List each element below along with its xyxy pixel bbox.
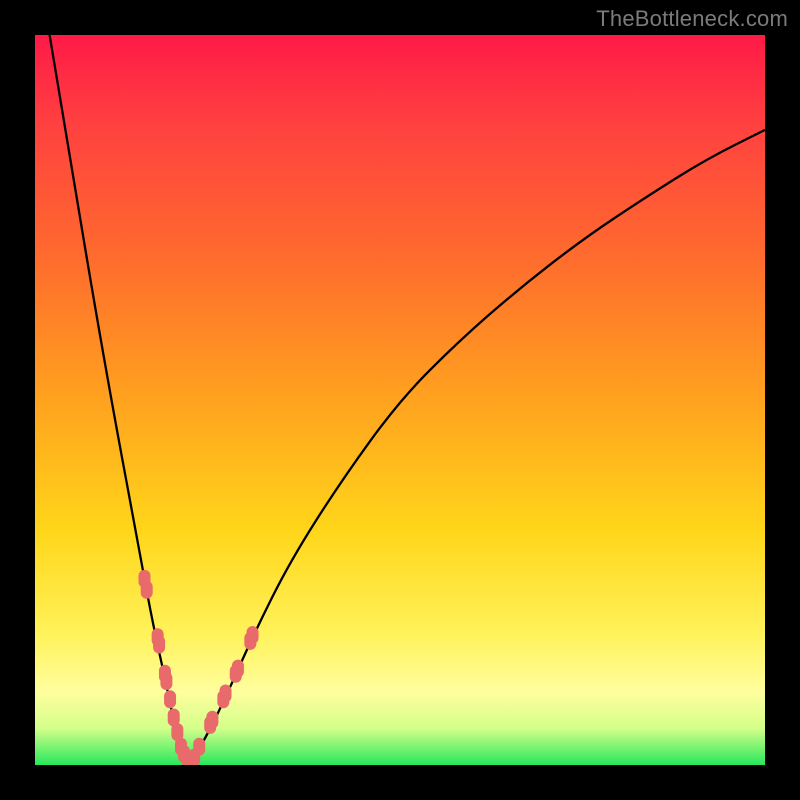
sample-dot [164, 690, 176, 708]
sample-dot [220, 684, 232, 702]
chart-frame: TheBottleneck.com [0, 0, 800, 800]
sample-dot [206, 711, 218, 729]
sample-dot [153, 636, 165, 654]
plot-area [35, 35, 765, 765]
sample-dot [160, 672, 172, 690]
sample-dot [193, 738, 205, 756]
sample-dot [232, 660, 244, 678]
curve-left-branch [50, 35, 189, 765]
sample-dot [141, 581, 153, 599]
sample-dots [139, 570, 259, 765]
watermark-text: TheBottleneck.com [596, 6, 788, 32]
curve-right-branch [188, 130, 765, 765]
sample-dot [247, 626, 259, 644]
curve-layer [35, 35, 765, 765]
